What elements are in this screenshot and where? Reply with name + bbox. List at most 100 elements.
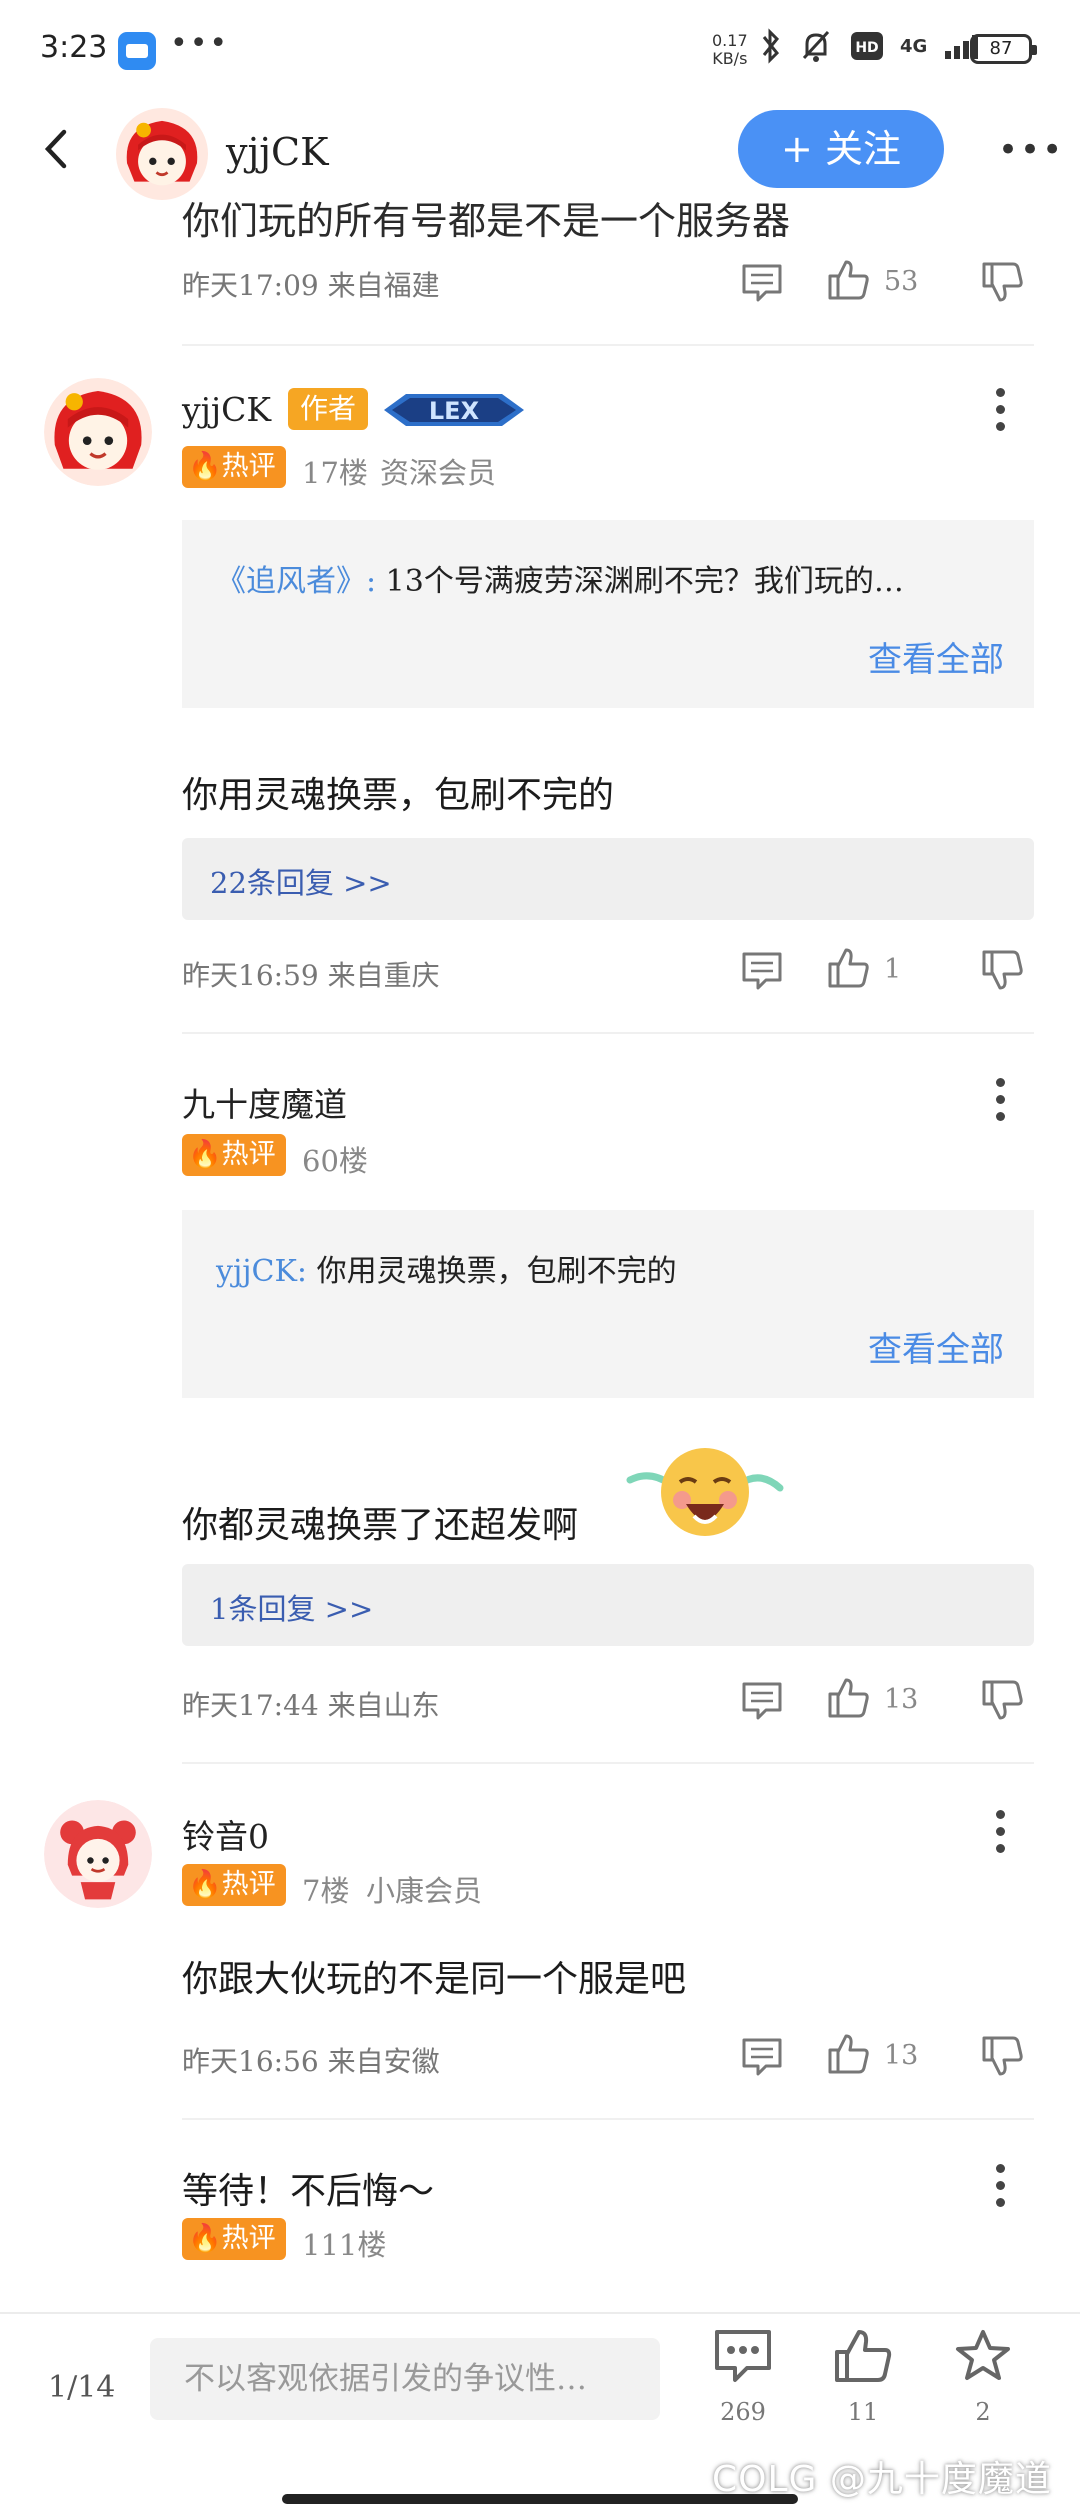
comment-meta: 昨天17:44 来自山东	[182, 1689, 440, 1722]
author-avatar[interactable]	[116, 108, 208, 200]
flame-icon: 🔥	[188, 2223, 222, 2254]
avatar-image	[44, 378, 152, 486]
comment-more-icon[interactable]	[990, 388, 1010, 444]
crying-laughing-emoji-icon	[626, 1448, 784, 1536]
comment-text: 等待！不后悔～	[182, 2171, 435, 2212]
avatar-image	[44, 1800, 152, 1908]
hot-tag: 🔥热评	[182, 1134, 286, 1176]
reply-icon[interactable]	[740, 262, 784, 304]
favorite-button[interactable]: 2	[938, 2328, 1028, 2426]
like-count: 13	[884, 1684, 919, 1715]
more-options-icon[interactable]: •••	[998, 130, 1064, 170]
divider	[182, 344, 1034, 346]
divider	[182, 2118, 1034, 2120]
comment-username[interactable]: yjjCK	[182, 390, 271, 429]
like-count: 1	[884, 954, 902, 985]
comment-meta: 昨天17:09 来自福建	[182, 269, 440, 302]
quoted-comment[interactable]: yjjCK: 你用灵魂换票，包刷不完的 查看全部	[182, 1210, 1034, 1398]
like-count: 53	[884, 266, 919, 297]
comment-actions: 1	[740, 946, 1030, 996]
network-type: 4G	[900, 35, 928, 57]
like-icon[interactable]	[826, 2032, 870, 2076]
floor-number: 7楼	[302, 1874, 350, 1908]
member-level: 资深会员	[380, 456, 497, 490]
comment-count: 269	[720, 2398, 766, 2426]
flame-icon: 🔥	[188, 1869, 222, 1900]
comment-bubble-icon	[715, 2330, 771, 2382]
reply-icon[interactable]	[740, 2036, 784, 2078]
floor-number: 60楼	[302, 1144, 368, 1178]
member-level: 小康会员	[366, 1874, 483, 1908]
replies-link[interactable]: 22条回复 >>	[182, 838, 1034, 920]
star-icon	[956, 2330, 1010, 2380]
battery-icon: 87	[970, 34, 1037, 64]
quoted-comment[interactable]: 《追风者》: 13个号满疲劳深渊刷不完？我们玩的… 查看全部	[182, 520, 1034, 708]
bell-muted-icon	[802, 30, 830, 62]
comment-actions: 13	[740, 2032, 1030, 2082]
like-icon[interactable]	[826, 1676, 870, 1720]
reply-icon[interactable]	[740, 950, 784, 992]
favorite-count: 2	[975, 2398, 991, 2426]
floor-number: 17楼	[302, 456, 368, 490]
author-tag: 作者	[288, 388, 368, 430]
bluetooth-icon	[762, 28, 780, 64]
hot-tag: 🔥热评	[182, 2218, 286, 2260]
status-bar: 3:23 ••• 0.17 KB/s HD 4G 87	[0, 0, 1080, 100]
comment-avatar[interactable]	[44, 378, 152, 486]
follow-button[interactable]: + 关注	[738, 110, 944, 188]
comment-actions: 53	[740, 258, 1030, 308]
level-badge-icon: LEX	[384, 394, 524, 426]
more-notifications-icon: •••	[170, 26, 230, 61]
comment-username[interactable]: 铃音0	[182, 1810, 269, 1858]
comment-meta: 昨天16:59 来自重庆	[182, 959, 440, 992]
top-nav: yjjCK + 关注 •••	[0, 100, 1080, 200]
app-notification-icon	[118, 32, 156, 70]
quote-text: 《追风者》: 13个号满疲劳深渊刷不完？我们玩的…	[216, 564, 904, 599]
like-icon[interactable]	[826, 258, 870, 302]
divider	[182, 1762, 1034, 1764]
like-icon[interactable]	[826, 946, 870, 990]
view-all-link[interactable]: 查看全部	[868, 1322, 1004, 1371]
hot-tag: 🔥热评	[182, 446, 286, 488]
replies-link[interactable]: 1条回复 >>	[182, 1564, 1034, 1646]
quote-user[interactable]: 《追风者》:	[216, 564, 376, 599]
comment-text: 你跟大伙玩的不是同一个服是吧	[182, 1959, 687, 2000]
comment-more-icon[interactable]	[990, 1078, 1010, 1134]
comment-meta: 昨天16:56 来自安徽	[182, 2045, 440, 2078]
page-indicator[interactable]: 1/14	[48, 2370, 115, 2405]
view-all-link[interactable]: 查看全部	[868, 632, 1004, 681]
flame-icon: 🔥	[188, 451, 222, 482]
net-speed: 0.17 KB/s	[712, 31, 748, 68]
comment-more-icon[interactable]	[990, 2164, 1010, 2220]
author-name[interactable]: yjjCK	[226, 130, 329, 174]
dislike-icon[interactable]	[980, 2034, 1024, 2078]
comment-actions: 13	[740, 1676, 1030, 1726]
dislike-icon[interactable]	[980, 1678, 1024, 1722]
quote-user[interactable]: yjjCK:	[216, 1254, 307, 1289]
comment-text: 你都灵魂换票了还超发啊	[182, 1505, 579, 1546]
divider	[182, 1032, 1034, 1034]
level-badge-text: LEX	[429, 397, 480, 425]
quote-text: yjjCK: 你用灵魂换票，包刷不完的	[216, 1254, 677, 1289]
comment-more-icon[interactable]	[990, 1810, 1010, 1866]
comment-text: 你用灵魂换票，包刷不完的	[182, 775, 615, 816]
comment-username[interactable]: 九十度魔道	[182, 1078, 347, 1126]
comment-avatar[interactable]	[44, 1800, 152, 1908]
like-post-button[interactable]: 11	[818, 2328, 908, 2426]
thumbs-up-icon	[835, 2330, 892, 2382]
dislike-icon[interactable]	[980, 948, 1024, 992]
dislike-icon[interactable]	[980, 260, 1024, 304]
home-indicator[interactable]	[282, 2494, 798, 2504]
hd-icon: HD	[851, 32, 883, 60]
like-count: 11	[847, 2398, 879, 2426]
status-time: 3:23	[40, 30, 108, 65]
comment-input[interactable]: 不以客观依据引发的争议性…	[150, 2338, 660, 2420]
back-arrow-icon[interactable]	[34, 126, 80, 172]
avatar-image	[116, 108, 208, 200]
hot-tag: 🔥热评	[182, 1864, 286, 1906]
svg-text:HD: HD	[855, 40, 878, 56]
reply-icon[interactable]	[740, 1680, 784, 1722]
comments-button[interactable]: 269	[698, 2328, 788, 2426]
flame-icon: 🔥	[188, 1139, 222, 1170]
status-icons: HD 4G	[760, 28, 985, 64]
